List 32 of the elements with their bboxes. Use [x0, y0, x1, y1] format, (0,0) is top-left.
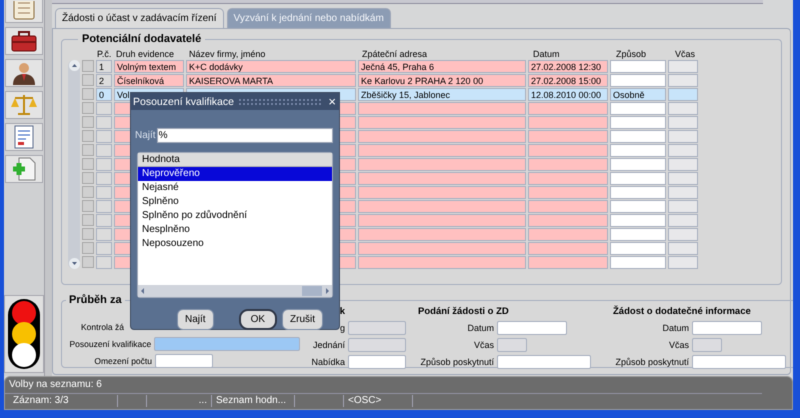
status-field: ... [147, 395, 212, 407]
column-header: Hodnota [138, 153, 332, 167]
column-header: Druh evidence [115, 49, 176, 59]
field-label: Způsob poskytnutí [614, 357, 689, 367]
field-label: Nabídka [310, 357, 345, 367]
field-label: Najít [135, 130, 156, 141]
column-heading: Podání žádosti o ZD [418, 306, 510, 318]
column-heading: k [338, 306, 345, 318]
field-label: Způsob poskytnutí [419, 357, 494, 367]
group-title: Průběh za [68, 294, 123, 306]
field-label: Datum [661, 323, 689, 333]
field-label: Včas [668, 340, 689, 350]
status-field: Záznam: 3/3 [9, 395, 118, 407]
group-title: Potenciální dodavatelé [81, 33, 202, 45]
field-label: Omezení počtu [93, 356, 152, 366]
field-label: Datum [466, 323, 494, 333]
column-header: Datum [532, 49, 561, 59]
column-header: Název firmy, jméno [188, 49, 266, 59]
status-field: <OSC> [344, 395, 413, 407]
status-message: Volby na seznamu: 6 [5, 377, 762, 394]
column-header: Zpáteční adresa [361, 49, 428, 59]
column-header: Způsob [615, 49, 648, 59]
field-label: Posouzení kvalifikace [68, 339, 152, 349]
field-label: Kontrola žá [80, 322, 125, 332]
dialog-title: Posouzení kvalifikace [133, 96, 234, 108]
column-header: Včas [674, 49, 696, 59]
column-header: P.č. [96, 49, 112, 59]
status-field: Seznam hodn... [212, 395, 295, 407]
field-label: Včas [472, 340, 494, 350]
field-label: Jednání [312, 340, 345, 350]
column-heading: Žádost o dodatečné informace [613, 306, 752, 318]
field-label: g [338, 323, 345, 333]
